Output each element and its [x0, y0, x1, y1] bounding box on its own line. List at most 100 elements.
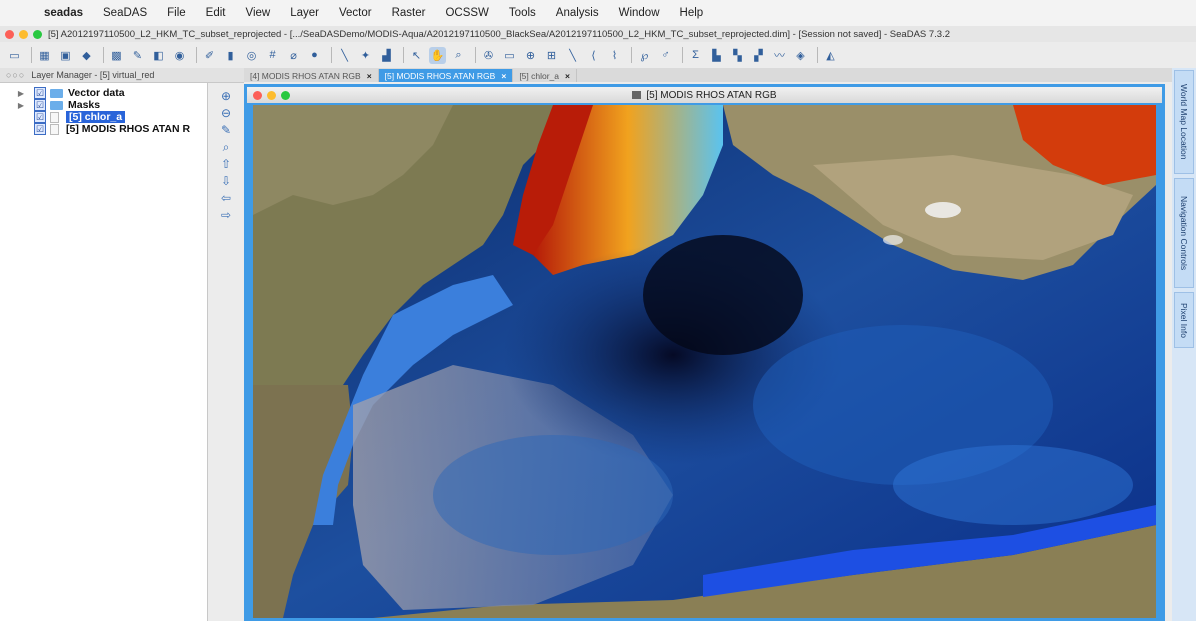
rectangle-tool-icon[interactable]: ▭: [501, 47, 518, 64]
zoom-window-button[interactable]: [33, 29, 42, 39]
layer-node-vector-data[interactable]: ▶ ☑ Vector data: [0, 87, 207, 99]
remove-layer-icon[interactable]: ⊖: [208, 106, 244, 123]
line-tool-icon[interactable]: ╲: [564, 47, 581, 64]
tab-world-map-location[interactable]: World Map Location: [1174, 70, 1194, 174]
layer-checkbox[interactable]: ☑: [34, 99, 46, 111]
lasso-tool-icon[interactable]: ℘: [636, 47, 653, 64]
pin-tool-icon[interactable]: ✇: [480, 47, 497, 64]
minimize-window-button[interactable]: [19, 29, 28, 39]
expand-arrow-icon[interactable]: ▶: [14, 89, 28, 98]
layer-node-modis-rgb[interactable]: ☑ [5] MODIS RHOS ATAN R: [0, 123, 207, 135]
tab-label: Pixel Info: [1179, 302, 1189, 338]
move-layer-up-icon[interactable]: ⇧: [208, 157, 244, 174]
layer-checkbox[interactable]: ☑: [34, 123, 46, 135]
profile-plot-icon[interactable]: ▞: [750, 47, 767, 64]
image-window-icon: [632, 90, 642, 99]
zoom-tool-icon[interactable]: ⌕: [450, 47, 467, 64]
circle-icon[interactable]: ●: [306, 47, 323, 64]
layer-node-chlor-a[interactable]: ☑ [5] chlor_a: [0, 111, 207, 123]
zoom-in-tool-icon[interactable]: ⊕: [522, 47, 539, 64]
information-icon[interactable]: ◈: [792, 47, 809, 64]
menu-view[interactable]: View: [235, 7, 280, 19]
menu-window[interactable]: Window: [609, 7, 670, 19]
add-layer-icon[interactable]: ⊕: [208, 89, 244, 106]
layer-node-masks[interactable]: ▶ ☑ Masks: [0, 99, 207, 111]
pin-grid-icon[interactable]: #: [264, 47, 281, 64]
layer-checkbox[interactable]: ☑: [34, 87, 46, 99]
folder-icon: [50, 88, 63, 98]
main-toolbar: ▭ ▦ ▣ ◆ ▩ ✎ ◧ ◉ ✐ ▮ ◎ # ⌀ ● ╲ ✦ ▟ ↖ ✋ ⌕ …: [0, 42, 1196, 68]
menu-tools[interactable]: Tools: [499, 7, 546, 19]
no-data-icon[interactable]: ⌀: [285, 47, 302, 64]
grid-icon[interactable]: ▦: [36, 47, 53, 64]
inspect-tool-icon[interactable]: ♂: [657, 47, 674, 64]
statistics-icon[interactable]: Σ: [687, 47, 704, 64]
tab-4-modis-rgb[interactable]: [4] MODIS RHOS ATAN RGB ×: [244, 69, 379, 82]
move-layer-left-icon[interactable]: ⇦: [208, 191, 244, 208]
image-layer-icon: [50, 123, 59, 135]
expand-arrow-icon[interactable]: ▶: [14, 101, 28, 110]
close-window-button[interactable]: [5, 29, 14, 39]
chart-icon[interactable]: ▟: [378, 47, 395, 64]
magic-wand-icon[interactable]: ✦: [357, 47, 374, 64]
edit-layer-icon[interactable]: ✎: [208, 123, 244, 140]
select-tool-icon[interactable]: ↖: [408, 47, 425, 64]
menu-ocssw[interactable]: OCSSW: [435, 7, 498, 19]
menu-seadas[interactable]: SeaDAS: [93, 7, 157, 19]
layer-label: [5] MODIS RHOS ATAN R: [66, 123, 191, 135]
menu-raster[interactable]: Raster: [382, 7, 436, 19]
layer-manager-title: Layer Manager - [5] virtual_red: [31, 70, 155, 80]
menu-help[interactable]: Help: [670, 7, 714, 19]
close-tab-icon[interactable]: ×: [367, 71, 372, 81]
graticule-icon[interactable]: ◎: [243, 47, 260, 64]
polyline-tool-icon[interactable]: ⟨: [585, 47, 602, 64]
tab-navigation-controls[interactable]: Navigation Controls: [1174, 178, 1194, 288]
edit-image-icon[interactable]: ✎: [129, 47, 146, 64]
layer-checkbox[interactable]: ☑: [34, 111, 46, 123]
open-layer-editor-icon[interactable]: ⌕: [208, 140, 244, 157]
zoom-region-icon[interactable]: ⊞: [543, 47, 560, 64]
move-layer-right-icon[interactable]: ⇨: [208, 208, 244, 225]
open-product-icon[interactable]: ▭: [6, 47, 23, 64]
band-maths-icon[interactable]: ▣: [57, 47, 74, 64]
histogram-icon[interactable]: ▙: [708, 47, 725, 64]
move-layer-down-icon[interactable]: ⇩: [208, 174, 244, 191]
rgb-image-icon[interactable]: ◆: [78, 47, 95, 64]
layer-tree: ▶ ☑ Vector data ▶ ☑ Masks ☑ [5] chlor_a …: [0, 83, 208, 621]
window-title: [5] A2012197110500_L2_HKM_TC_subset_repr…: [48, 28, 951, 40]
menu-layer[interactable]: Layer: [280, 7, 329, 19]
scatter-plot-icon[interactable]: ▚: [729, 47, 746, 64]
bar-icon[interactable]: ▮: [222, 47, 239, 64]
document-tabs: [4] MODIS RHOS ATAN RGB × [5] MODIS RHOS…: [244, 68, 1172, 82]
layers-icon[interactable]: ◧: [150, 47, 167, 64]
spectrum-icon[interactable]: 〰: [771, 47, 788, 64]
tab-label: [5] chlor_a: [519, 70, 560, 81]
menu-seadas-app[interactable]: seadas: [34, 7, 93, 19]
polygon-tool-icon[interactable]: ⌇: [606, 47, 623, 64]
toolbar-separator: [403, 47, 404, 63]
image-layer-icon: [50, 111, 59, 123]
menu-edit[interactable]: Edit: [196, 7, 236, 19]
toolbar-separator: [631, 47, 632, 63]
tab-5-modis-rgb[interactable]: [5] MODIS RHOS ATAN RGB ×: [378, 69, 514, 82]
line-draw-icon[interactable]: ╲: [336, 47, 353, 64]
tab-label: [4] MODIS RHOS ATAN RGB: [250, 70, 361, 81]
pan-tool-icon[interactable]: ✋: [429, 46, 446, 64]
brush-icon[interactable]: ✐: [201, 47, 218, 64]
tab-pixel-info[interactable]: Pixel Info: [1174, 292, 1194, 348]
side-tool-tabs: World Map Location Navigation Controls P…: [1172, 68, 1196, 621]
close-tab-icon[interactable]: ×: [501, 71, 506, 81]
menu-file[interactable]: File: [157, 7, 196, 19]
menu-analysis[interactable]: Analysis: [546, 7, 609, 19]
satellite-image-canvas[interactable]: [253, 105, 1156, 618]
panel-window-controls[interactable]: ○○○: [6, 70, 25, 80]
menu-vector[interactable]: Vector: [329, 7, 382, 19]
tab-label: World Map Location: [1179, 84, 1189, 160]
eye-icon[interactable]: ◉: [171, 47, 188, 64]
toolbar-separator: [196, 47, 197, 63]
image-view-title: [5] MODIS RHOS ATAN RGB: [247, 90, 1162, 101]
image-tiles-icon[interactable]: ▩: [108, 47, 125, 64]
tab-5-chlor-a[interactable]: [5] chlor_a ×: [513, 69, 577, 82]
mosaic-icon[interactable]: ◭: [822, 47, 839, 64]
close-tab-icon[interactable]: ×: [565, 71, 570, 81]
